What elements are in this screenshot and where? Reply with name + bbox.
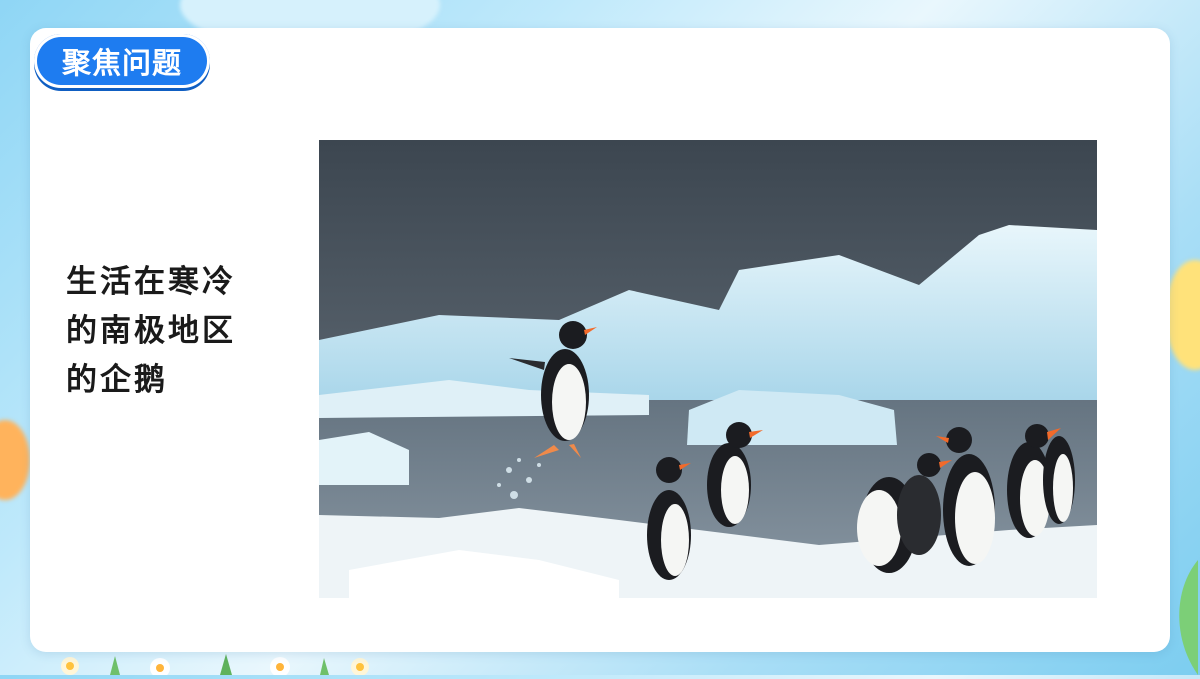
penguin-photo — [319, 140, 1097, 598]
badge-label: 聚焦问题 — [61, 46, 182, 80]
description-line: 生活在寒冷 — [66, 264, 236, 300]
focus-question-badge: 聚焦问题 — [34, 34, 210, 88]
background-decoration-left — [0, 420, 30, 500]
description-line: 的企鹅 — [66, 362, 168, 398]
flower-decoration-bottom — [40, 652, 380, 678]
background-decoration-right — [1165, 260, 1200, 370]
description-line: 的南极地区 — [66, 313, 236, 349]
description-text: 生活在寒冷 的南极地区 的企鹅 — [66, 258, 266, 405]
leaf-decoration-right — [1168, 560, 1200, 675]
